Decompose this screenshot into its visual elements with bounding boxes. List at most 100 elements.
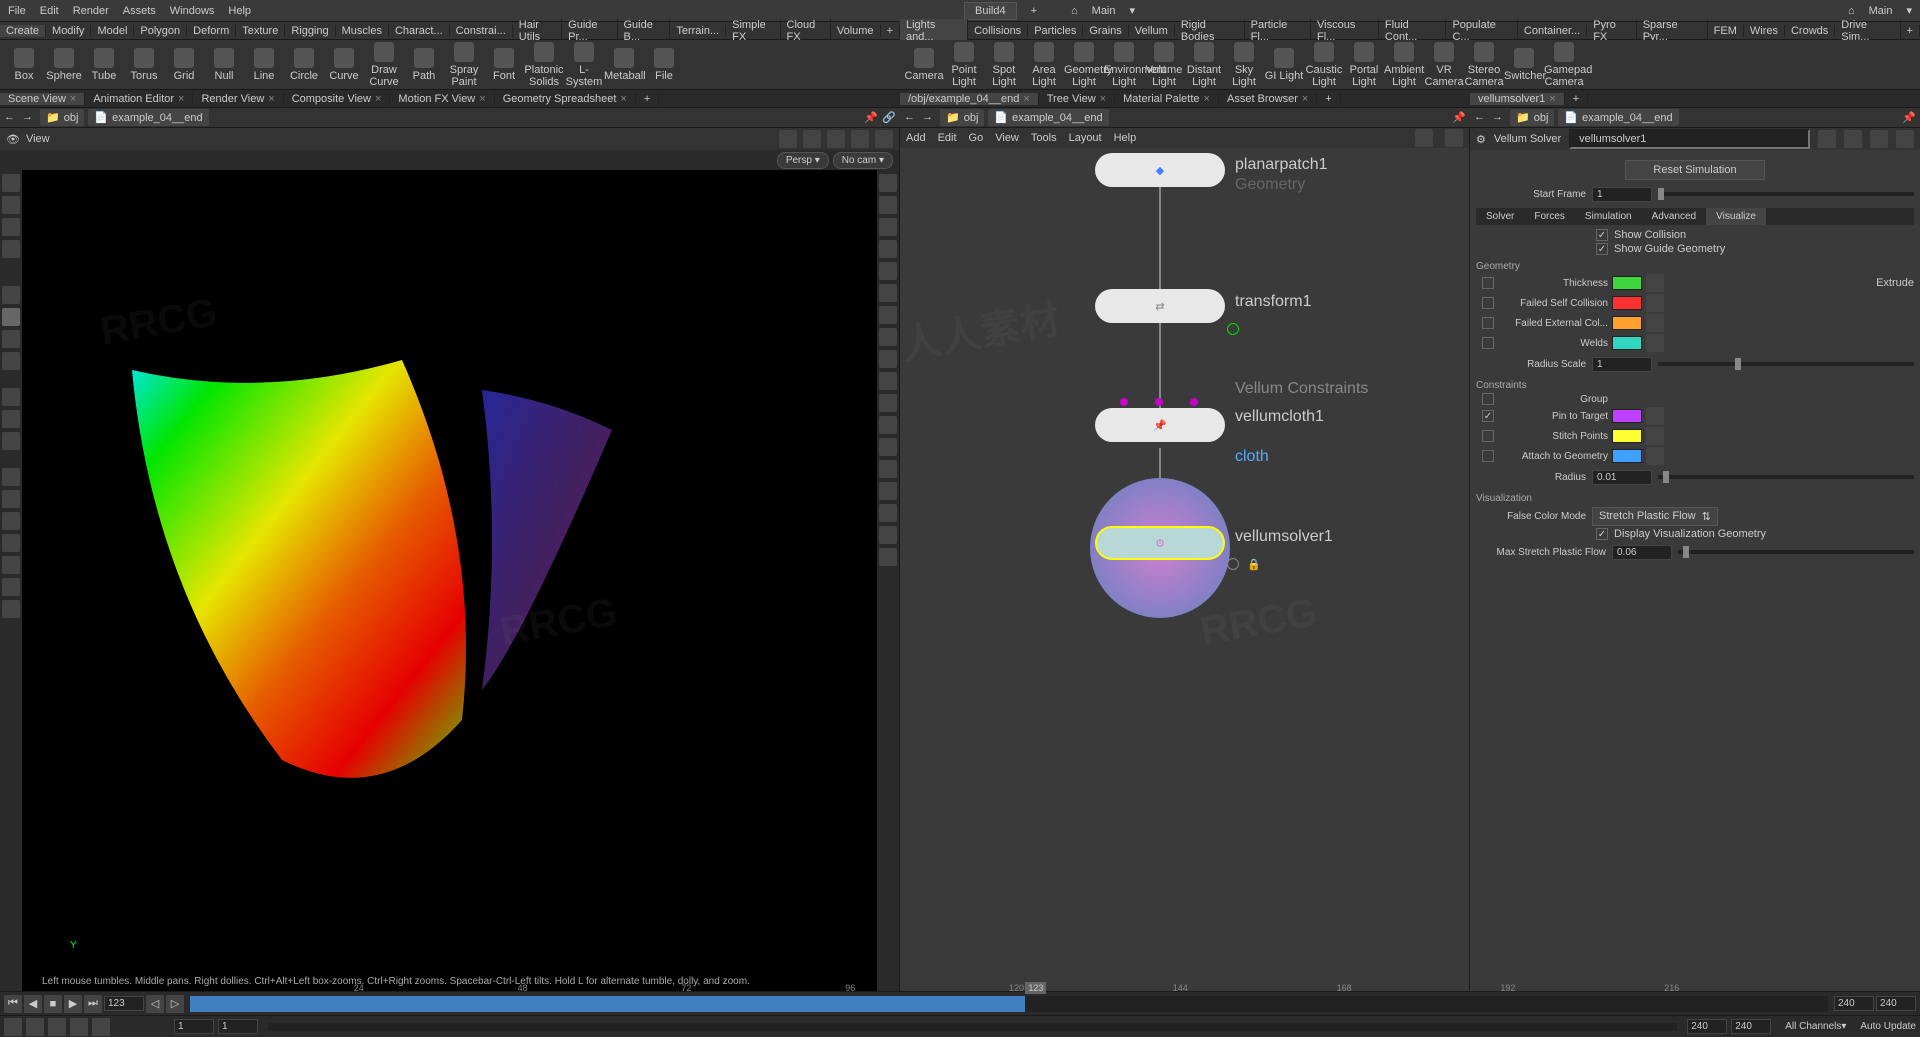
disp-light-icon[interactable]: [879, 262, 897, 280]
disp-cam-icon[interactable]: [879, 482, 897, 500]
shelf-tab-grains[interactable]: Grains: [1083, 25, 1128, 37]
thickness-picker-icon[interactable]: [1646, 274, 1664, 292]
disp-ortho-icon[interactable]: [879, 196, 897, 214]
displayvis-checkbox[interactable]: [1596, 528, 1608, 540]
link-icon[interactable]: 🔗: [882, 111, 896, 125]
pintarget-color[interactable]: [1612, 409, 1642, 423]
parm-info-icon[interactable]: [1896, 130, 1914, 148]
attachgeo-checkbox[interactable]: [1482, 450, 1494, 462]
scale-tool-icon[interactable]: [2, 240, 20, 258]
tl-key-next-icon[interactable]: ▷: [166, 995, 184, 1013]
failedself-picker-icon[interactable]: [1646, 294, 1664, 312]
net-layout[interactable]: Layout: [1069, 132, 1102, 144]
shelf-tab-guidepr[interactable]: Guide Pr...: [562, 19, 617, 43]
light-tool-icon[interactable]: [2, 352, 20, 370]
node-vellumsolver[interactable]: ⚙: [1095, 526, 1225, 560]
shelf-tab-constraints[interactable]: Constrai...: [450, 25, 513, 37]
failedself-color[interactable]: [1612, 296, 1642, 310]
shelf-tab-modify[interactable]: Modify: [46, 25, 91, 37]
net-add[interactable]: Add: [906, 132, 926, 144]
reset-sim-button[interactable]: Reset Simulation: [1625, 160, 1765, 180]
tab-motionfx[interactable]: Motion FX View×: [390, 93, 494, 105]
tab-scene-view[interactable]: Scene View×: [0, 93, 85, 105]
bb-start-input[interactable]: [174, 1019, 214, 1034]
extra6-tool-icon[interactable]: [2, 578, 20, 596]
show-guide-checkbox[interactable]: [1596, 243, 1608, 255]
crumb-obj3[interactable]: 📁 obj: [1510, 109, 1554, 126]
tool-camera[interactable]: Camera: [904, 48, 944, 82]
disp-bg-icon[interactable]: [879, 438, 897, 456]
snap-tool-icon[interactable]: [2, 388, 20, 406]
tool-drawcurve[interactable]: Draw Curve: [364, 42, 404, 88]
tl-prev-icon[interactable]: ◀: [24, 995, 42, 1013]
bb-end2-input[interactable]: [1731, 1019, 1771, 1034]
desktop-dropdown2-icon[interactable]: ▾: [1906, 4, 1912, 17]
thickness-color[interactable]: [1612, 276, 1642, 290]
disp-shade-icon[interactable]: [879, 218, 897, 236]
tool-file[interactable]: File: [644, 48, 684, 82]
rotate-tool-icon[interactable]: [2, 218, 20, 236]
failedext-color[interactable]: [1612, 316, 1642, 330]
net-go[interactable]: Go: [969, 132, 984, 144]
tool-path[interactable]: Path: [404, 48, 444, 82]
menu-edit[interactable]: Edit: [40, 5, 59, 17]
radiusscale-input[interactable]: [1592, 357, 1652, 372]
failedext-picker-icon[interactable]: [1646, 314, 1664, 332]
desktop-build[interactable]: Build4: [964, 2, 1017, 20]
subtab-forces[interactable]: Forces: [1524, 208, 1575, 225]
shelf-add-icon[interactable]: +: [881, 25, 900, 37]
tool-lsystem[interactable]: L-System: [564, 42, 604, 88]
shelf-tab-rigging[interactable]: Rigging: [285, 25, 335, 37]
tab-geospread[interactable]: Geometry Spreadsheet×: [495, 93, 636, 105]
view-tool3-icon[interactable]: [827, 130, 845, 148]
extra2-tool-icon[interactable]: [2, 490, 20, 508]
bb-range-slider[interactable]: [268, 1023, 1677, 1031]
tab-render-view[interactable]: Render View×: [193, 93, 283, 105]
tool-spotlight[interactable]: Spot Light: [984, 42, 1024, 88]
network-view[interactable]: ◆ planarpatch1 Geometry ⇄ transform1 Vel…: [900, 148, 1469, 991]
show-collision-checkbox[interactable]: [1596, 229, 1608, 241]
desktop-main-right[interactable]: Main: [1869, 5, 1893, 17]
nav-back3-icon[interactable]: ←: [1474, 111, 1488, 125]
shelf-tab-pyrofx[interactable]: Pyro FX: [1587, 19, 1637, 43]
pintarget-checkbox[interactable]: [1482, 410, 1494, 422]
tab-asset-browser[interactable]: Asset Browser×: [1219, 93, 1317, 105]
shelf-tab-particlefl[interactable]: Particle Fl...: [1245, 19, 1311, 43]
tl-curframe-input[interactable]: [104, 996, 144, 1011]
disp-wire-icon[interactable]: [879, 240, 897, 258]
tool-spraypaint[interactable]: Spray Paint: [444, 42, 484, 88]
crumb-obj[interactable]: 📁 obj: [40, 109, 84, 126]
node-display-flag2-icon[interactable]: [1227, 558, 1239, 570]
subtab-simulation[interactable]: Simulation: [1575, 208, 1642, 225]
tool-vrcamera[interactable]: VR Camera: [1424, 42, 1464, 88]
shelf-tab-texture[interactable]: Texture: [236, 25, 285, 37]
tab-composite[interactable]: Composite View×: [284, 93, 391, 105]
arrow-tool-icon[interactable]: [2, 286, 20, 304]
welds-color[interactable]: [1612, 336, 1642, 350]
shelf-tab-fem[interactable]: FEM: [1708, 25, 1744, 37]
thickness-checkbox[interactable]: [1482, 277, 1494, 289]
tab-tree-view[interactable]: Tree View×: [1039, 93, 1115, 105]
startframe-input[interactable]: [1592, 187, 1652, 202]
tl-last-icon[interactable]: ⏭: [84, 995, 102, 1013]
welds-picker-icon[interactable]: [1646, 334, 1664, 352]
port-in-1[interactable]: [1120, 398, 1128, 406]
port-in-2[interactable]: [1155, 398, 1163, 406]
crumb-node[interactable]: 📄 example_04__end: [88, 109, 208, 126]
nav-back2-icon[interactable]: ←: [904, 111, 918, 125]
disp-points-icon[interactable]: [879, 328, 897, 346]
bb-autoupdate[interactable]: Auto Update: [1860, 1021, 1916, 1032]
tool-geolight[interactable]: Geometry Light: [1064, 42, 1104, 88]
snap3-tool-icon[interactable]: [2, 432, 20, 450]
disp-grid-icon[interactable]: [879, 460, 897, 478]
tl-first-icon[interactable]: ⏮: [4, 995, 22, 1013]
tool-box[interactable]: Box: [4, 48, 44, 82]
menu-render[interactable]: Render: [73, 5, 109, 17]
view-tool4-icon[interactable]: [851, 130, 869, 148]
nav-fwd2-icon[interactable]: →: [922, 111, 936, 125]
parm-search-icon[interactable]: [1844, 130, 1862, 148]
tool-line[interactable]: Line: [244, 48, 284, 82]
crumb-obj2[interactable]: 📁 obj: [940, 109, 984, 126]
select-tool-icon[interactable]: [2, 174, 20, 192]
menu-file[interactable]: File: [8, 5, 26, 17]
